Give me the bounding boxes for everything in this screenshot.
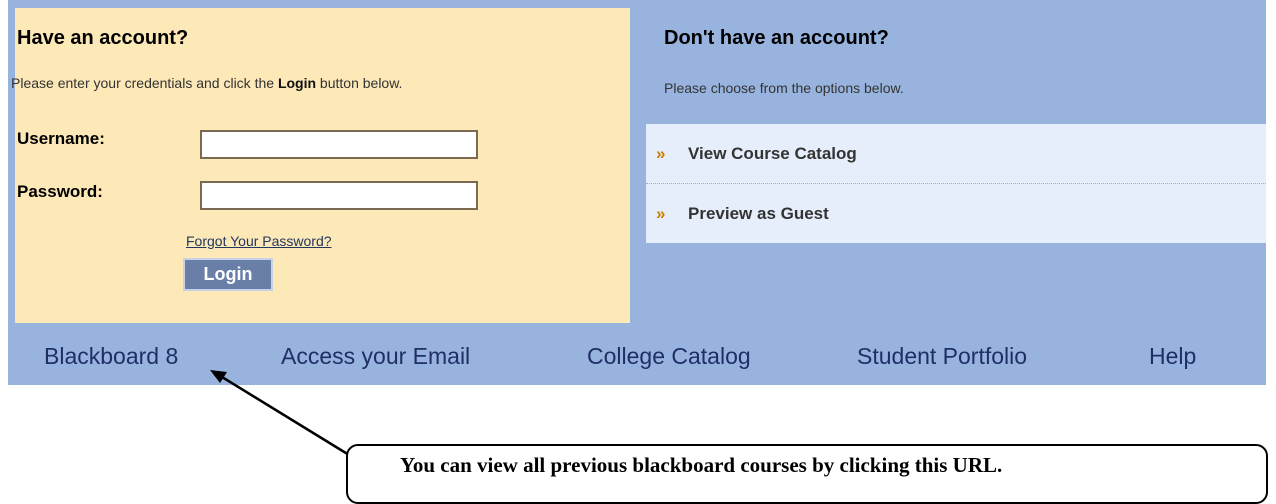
annotation-callout-text: You can view all previous blackboard cou… xyxy=(400,453,1003,477)
annotation-arrow-line xyxy=(221,375,355,460)
annotation-arrow xyxy=(210,370,355,460)
annotation-arrow-head xyxy=(210,370,227,383)
